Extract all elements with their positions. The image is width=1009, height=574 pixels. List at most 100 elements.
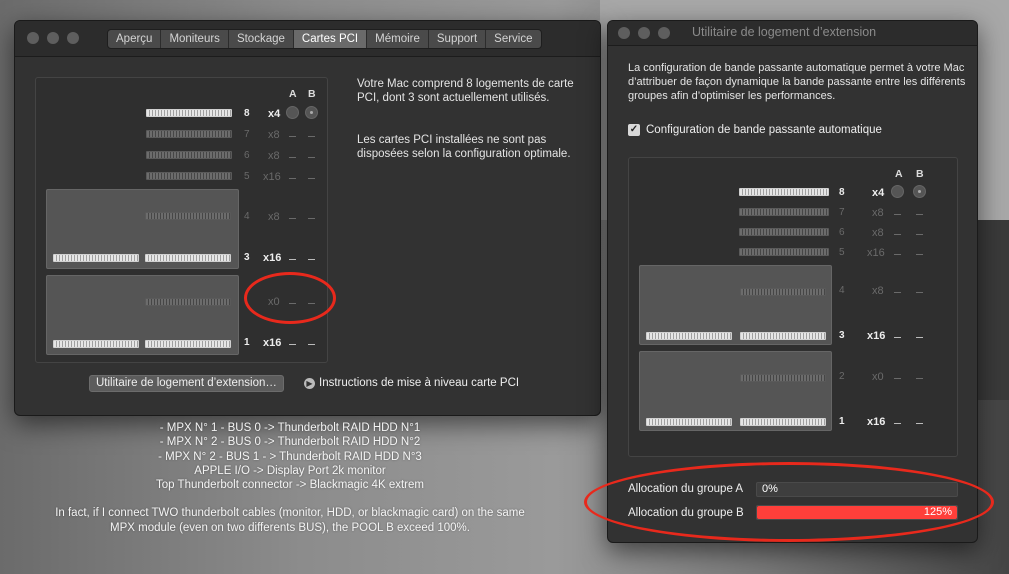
zoom-button[interactable] [67, 32, 79, 44]
slot-3-group-b-dash [916, 337, 923, 338]
mpx-module-1 [46, 189, 239, 269]
window-title: Utilitaire de logement d’extension [692, 25, 877, 39]
slot-5-group-b-dash [916, 254, 923, 255]
pci-card-slot-2 [145, 298, 231, 306]
slot-lanes-5: x16 [263, 171, 281, 183]
slot-lanes-6: x8 [268, 150, 280, 162]
slot-8-group-a-radio[interactable] [891, 185, 904, 198]
tab-cartes-pci[interactable]: Cartes PCI [293, 30, 368, 48]
slot-4-group-a-dash [894, 292, 901, 293]
user-notes: - MPX N° 1 - BUS 0 -> Thunderbolt RAID H… [40, 421, 540, 535]
pci-card-slot-8 [739, 188, 829, 196]
slot-7-group-b-dash [308, 136, 315, 137]
slot-4-group-b-dash [308, 218, 315, 219]
slot-lanes-7: x8 [268, 129, 280, 141]
slot-number-7: 7 [244, 129, 250, 140]
slot-warning-text: Les cartes PCI installées ne sont pas di… [357, 134, 571, 160]
group-b-header: B [308, 88, 316, 100]
notes-line: - MPX N° 2 - BUS 0 -> Thunderbolt RAID H… [159, 436, 421, 449]
slot-8-group-b-radio[interactable] [305, 106, 318, 119]
pci-card-slot-8 [146, 109, 232, 117]
slot-7-group-a-dash [894, 214, 901, 215]
group-a-header: A [289, 88, 297, 100]
slot-1-group-a-dash [289, 344, 296, 345]
slot-3-group-a-dash [894, 337, 901, 338]
slot-lanes-4: x8 [268, 211, 280, 223]
slot-number-4: 4 [244, 211, 250, 222]
slot-4-group-a-dash [289, 218, 296, 219]
slot-number-2: 2 [839, 371, 845, 382]
slot-number-8: 8 [839, 187, 845, 198]
slot-5-group-a-dash [289, 178, 296, 179]
slot-7-group-a-dash [289, 136, 296, 137]
slot-number-5: 5 [244, 171, 250, 182]
pci-card-slot-4 [145, 212, 231, 220]
arrow-right-circle-icon[interactable]: ▶ [304, 378, 315, 389]
slot-number-6: 6 [244, 150, 250, 161]
slot-number-1: 1 [244, 337, 250, 348]
tab-memoire[interactable]: Mémoire [367, 30, 429, 48]
notes-paragraph-line: In fact, if I connect TWO thunderbolt ca… [55, 507, 525, 520]
minimize-button[interactable] [638, 27, 650, 39]
zoom-button[interactable] [658, 27, 670, 39]
minimize-button[interactable] [47, 32, 59, 44]
close-button[interactable] [27, 32, 39, 44]
group-a-header: A [895, 168, 903, 180]
window-titlebar: Aperçu Moniteurs Stockage Cartes PCI Mém… [15, 21, 600, 57]
slot-lanes-3: x16 [867, 330, 886, 342]
slot-lanes-1: x16 [867, 416, 886, 428]
pci-card-slot-4 [740, 288, 826, 296]
desktop-dark-area [975, 220, 1009, 400]
tab-apercu[interactable]: Aperçu [108, 30, 162, 48]
slot-5-group-a-dash [894, 254, 901, 255]
window-titlebar: Utilitaire de logement d’extension [608, 21, 977, 46]
slot-6-group-a-dash [289, 157, 296, 158]
auto-bandwidth-checkbox[interactable]: ✓ [628, 124, 640, 136]
slot-8-group-b-radio[interactable] [913, 185, 926, 198]
slot-5-group-b-dash [308, 178, 315, 179]
slot-number-1: 1 [839, 416, 845, 427]
tab-support[interactable]: Support [429, 30, 487, 48]
mpx-card-slot-3-left [646, 332, 732, 340]
pci-slot-diagram: A B 8 x4 7 x8 6 x8 5 x16 4 x8 [628, 157, 958, 457]
mpx-card-slot-3-left [53, 254, 139, 262]
auto-bandwidth-label: Configuration de bande passante automati… [646, 124, 882, 136]
slot-number-7: 7 [839, 207, 845, 218]
notes-line: - MPX N° 1 - BUS 0 -> Thunderbolt RAID H… [159, 422, 421, 434]
slot-lanes-2: x0 [872, 371, 884, 383]
slot-3-group-b-dash [308, 259, 315, 260]
notes-line: Top Thunderbolt connector -> Blackmagic … [156, 479, 424, 492]
expansion-slot-utility-button[interactable]: Utilitaire de logement d’extension… [89, 375, 284, 392]
auto-bandwidth-description: La configuration de bande passante autom… [628, 62, 966, 102]
slot-number-3: 3 [839, 330, 845, 341]
notes-paragraph-line: MPX module (even on two differents BUS),… [110, 521, 470, 534]
notes-line: - MPX N° 2 - BUS 1 - > Thunderbolt RAID … [158, 450, 422, 463]
tab-service[interactable]: Service [486, 30, 540, 48]
pci-card-slot-7 [146, 130, 232, 138]
notes-line: APPLE I/O -> Display Port 2k monitor [194, 464, 386, 477]
slot-number-3: 3 [244, 252, 250, 263]
pci-card-slot-6 [739, 228, 829, 236]
mpx-module-2 [46, 275, 239, 355]
red-annotation-circle-allocation [584, 462, 994, 542]
close-button[interactable] [618, 27, 630, 39]
slot-number-4: 4 [839, 285, 845, 296]
pci-upgrade-instructions-link[interactable]: Instructions de mise à niveau carte PCI [319, 377, 519, 389]
slot-lanes-1: x16 [263, 337, 282, 349]
slot-8-group-a-radio[interactable] [286, 106, 299, 119]
tab-stockage[interactable]: Stockage [229, 30, 294, 48]
tab-moniteurs[interactable]: Moniteurs [161, 30, 229, 48]
slot-6-group-a-dash [894, 234, 901, 235]
slot-number-8: 8 [244, 108, 250, 119]
pci-card-slot-2 [740, 374, 826, 382]
slot-1-group-b-dash [916, 423, 923, 424]
mpx-card-slot-1-left [53, 340, 139, 348]
system-information-window: Aperçu Moniteurs Stockage Cartes PCI Mém… [14, 20, 601, 416]
slot-2-group-b-dash [916, 378, 923, 379]
mpx-card-slot-3-right [740, 332, 826, 340]
slot-2-group-a-dash [894, 378, 901, 379]
slot-number-6: 6 [839, 227, 845, 238]
slot-lanes-7: x8 [872, 207, 884, 219]
red-annotation-circle-slot-2 [244, 272, 336, 324]
slot-7-group-b-dash [916, 214, 923, 215]
